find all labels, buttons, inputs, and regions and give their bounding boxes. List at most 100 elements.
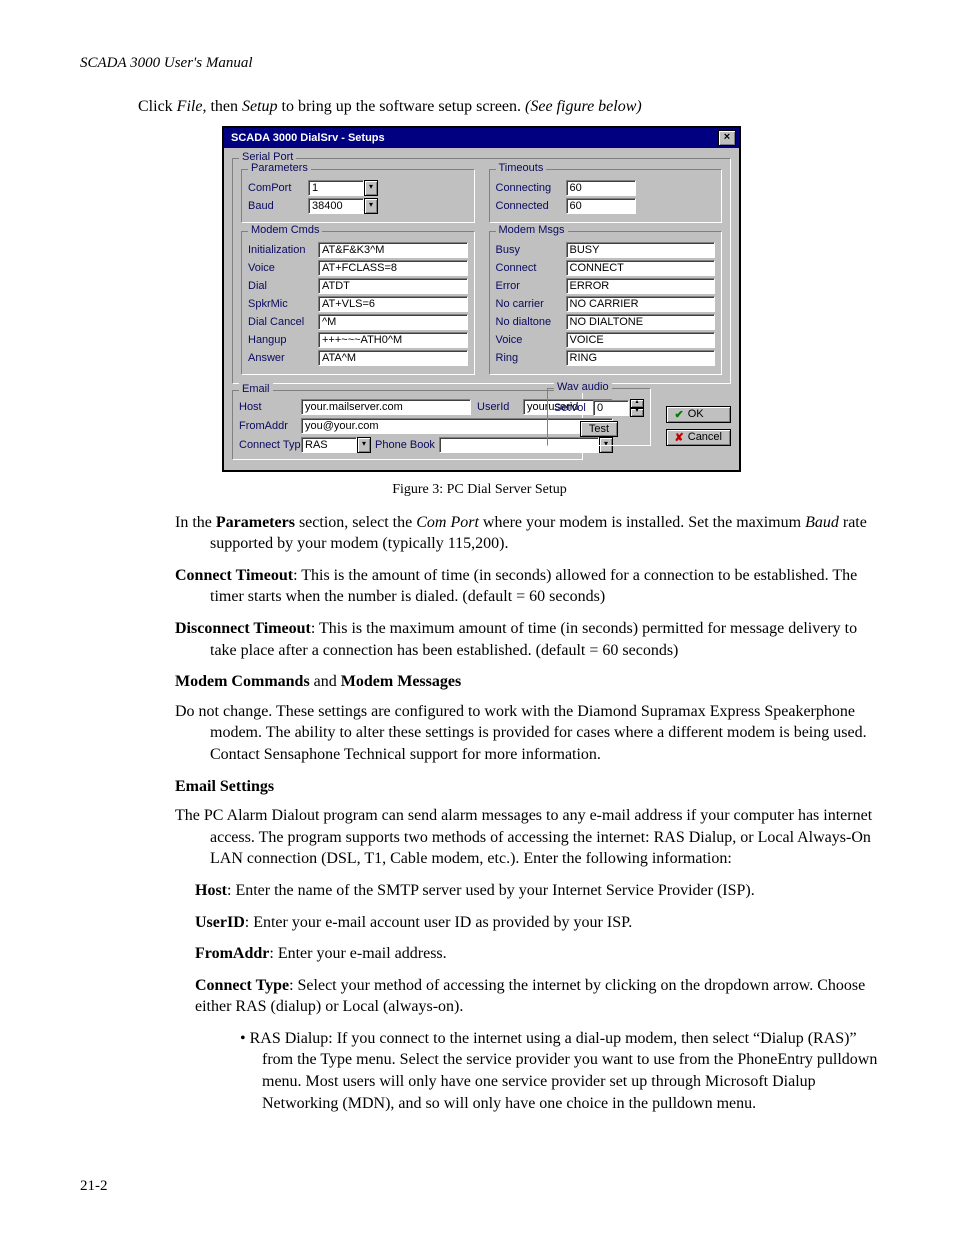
group-modem-cmds: Modem Cmds InitializationAT&F&K3^MVoiceA…: [241, 231, 475, 375]
field-label: Voice: [496, 334, 566, 346]
label-connected: Connected: [496, 200, 566, 212]
label-fromaddr: FromAddr: [239, 420, 295, 432]
field-value[interactable]: NO DIALTONE: [566, 314, 716, 330]
field-label: Dial: [248, 280, 318, 292]
field-row: RingRING: [496, 350, 716, 366]
baud-value[interactable]: 38400: [308, 198, 364, 214]
legend-modem-cmds: Modem Cmds: [248, 224, 322, 236]
group-modem-msgs: Modem Msgs BusyBUSYConnectCONNECTErrorER…: [489, 231, 723, 375]
connecting-value[interactable]: 60: [566, 180, 636, 196]
chevron-down-icon[interactable]: ▾: [364, 180, 378, 196]
label-connecttype: Connect Type: [239, 439, 295, 451]
legend-wav: Wav audio: [554, 381, 612, 393]
cancel-label: Cancel: [688, 431, 722, 443]
field-label: Initialization: [248, 244, 318, 256]
field-label: Busy: [496, 244, 566, 256]
figure-dialog: SCADA 3000 DialSrv - Setups × Serial Por…: [222, 126, 737, 472]
para-email: The PC Alarm Dialout program can send al…: [175, 805, 879, 870]
legend-email: Email: [239, 383, 273, 395]
legend-timeouts: Timeouts: [496, 162, 547, 174]
modem-cmds-rows: InitializationAT&F&K3^MVoiceAT+FCLASS=8D…: [248, 242, 468, 366]
field-row: Dial Cancel^M: [248, 314, 468, 330]
setvol-spinner[interactable]: ▴▾: [630, 399, 644, 417]
field-value[interactable]: AT+FCLASS=8: [318, 260, 468, 276]
para-fromaddr: FromAddr: Enter your e-mail address.: [195, 943, 879, 965]
field-label: Voice: [248, 262, 318, 274]
connected-value[interactable]: 60: [566, 198, 636, 214]
setvol-value[interactable]: 0: [593, 400, 629, 416]
field-row: ConnectCONNECT: [496, 260, 716, 276]
field-row: VoiceAT+FCLASS=8: [248, 260, 468, 276]
label-comport: ComPort: [248, 182, 308, 194]
legend-parameters: Parameters: [248, 162, 311, 174]
check-icon: ✔: [675, 408, 684, 421]
para-modem: Do not change. These settings are config…: [175, 701, 879, 766]
close-icon[interactable]: ×: [718, 130, 736, 146]
label-setvol: SetVol: [554, 402, 593, 414]
field-label: Hangup: [248, 334, 318, 346]
field-value[interactable]: CONNECT: [566, 260, 716, 276]
field-value[interactable]: ATDT: [318, 278, 468, 294]
field-label: No carrier: [496, 298, 566, 310]
field-label: Answer: [248, 352, 318, 364]
heading-modem: Modem Commands and Modem Messages: [175, 671, 879, 693]
field-value[interactable]: BUSY: [566, 242, 716, 258]
field-value[interactable]: ERROR: [566, 278, 716, 294]
test-button[interactable]: Test: [580, 421, 618, 437]
field-value[interactable]: ATA^M: [318, 350, 468, 366]
para-parameters: In the Parameters section, select the Co…: [175, 512, 879, 555]
label-baud: Baud: [248, 200, 308, 212]
x-icon: ✘: [675, 431, 684, 444]
field-label: Error: [496, 280, 566, 292]
field-row: BusyBUSY: [496, 242, 716, 258]
chevron-down-icon[interactable]: ▾: [357, 437, 371, 453]
running-head: SCADA 3000 User's Manual: [80, 55, 879, 72]
label-phonebook: Phone Book: [375, 439, 435, 451]
para-host: Host: Enter the name of the SMTP server …: [195, 880, 879, 902]
field-label: No dialtone: [496, 316, 566, 328]
intro-line: Click File, then Setup to bring up the s…: [138, 96, 879, 118]
field-value[interactable]: AT+VLS=6: [318, 296, 468, 312]
group-timeouts: Timeouts Connecting 60 Connected 60: [489, 169, 723, 223]
field-label: SpkrMic: [248, 298, 318, 310]
field-value[interactable]: NO CARRIER: [566, 296, 716, 312]
host-value[interactable]: your.mailserver.com: [301, 399, 471, 415]
field-label: Ring: [496, 352, 566, 364]
ok-label: OK: [688, 408, 704, 420]
group-email: Email Host your.mailserver.com UserId yo…: [232, 390, 583, 460]
heading-email: Email Settings: [175, 776, 879, 798]
connecttype-value[interactable]: RAS: [301, 437, 357, 453]
label-userid: UserId: [477, 401, 517, 413]
para-userid: UserID: Enter your e-mail account user I…: [195, 912, 879, 934]
field-value[interactable]: AT&F&K3^M: [318, 242, 468, 258]
baud-combo[interactable]: 38400 ▾: [308, 198, 378, 214]
field-value[interactable]: RING: [566, 350, 716, 366]
figure-caption: Figure 3: PC Dial Server Setup: [80, 482, 879, 498]
cancel-button[interactable]: ✘ Cancel: [666, 429, 731, 446]
titlebar: SCADA 3000 DialSrv - Setups ×: [224, 128, 739, 148]
window-title: SCADA 3000 DialSrv - Setups: [227, 132, 718, 144]
page: SCADA 3000 User's Manual Click File, the…: [0, 0, 954, 1235]
field-row: InitializationAT&F&K3^M: [248, 242, 468, 258]
field-value[interactable]: +++~~~ATH0^M: [318, 332, 468, 348]
connecttype-combo[interactable]: RAS ▾: [301, 437, 371, 453]
field-row: DialATDT: [248, 278, 468, 294]
field-value[interactable]: VOICE: [566, 332, 716, 348]
label-connecting: Connecting: [496, 182, 566, 194]
field-value[interactable]: ^M: [318, 314, 468, 330]
field-row: ErrorERROR: [496, 278, 716, 294]
modem-msgs-rows: BusyBUSYConnectCONNECTErrorERRORNo carri…: [496, 242, 716, 366]
para-ras-bullet: • RAS Dialup: If you connect to the inte…: [240, 1028, 879, 1114]
legend-modem-msgs: Modem Msgs: [496, 224, 568, 236]
dialog-button-bar: ✔ OK ✘ Cancel: [666, 406, 731, 446]
field-label: Dial Cancel: [248, 316, 318, 328]
field-row: AnswerATA^M: [248, 350, 468, 366]
chevron-down-icon[interactable]: ▾: [364, 198, 378, 214]
comport-value[interactable]: 1: [308, 180, 364, 196]
group-parameters: Parameters ComPort 1 ▾ Baud: [241, 169, 475, 223]
page-number: 21-2: [80, 1178, 108, 1195]
field-row: No dialtoneNO DIALTONE: [496, 314, 716, 330]
comport-combo[interactable]: 1 ▾: [308, 180, 378, 196]
ok-button[interactable]: ✔ OK: [666, 406, 731, 423]
field-label: Connect: [496, 262, 566, 274]
